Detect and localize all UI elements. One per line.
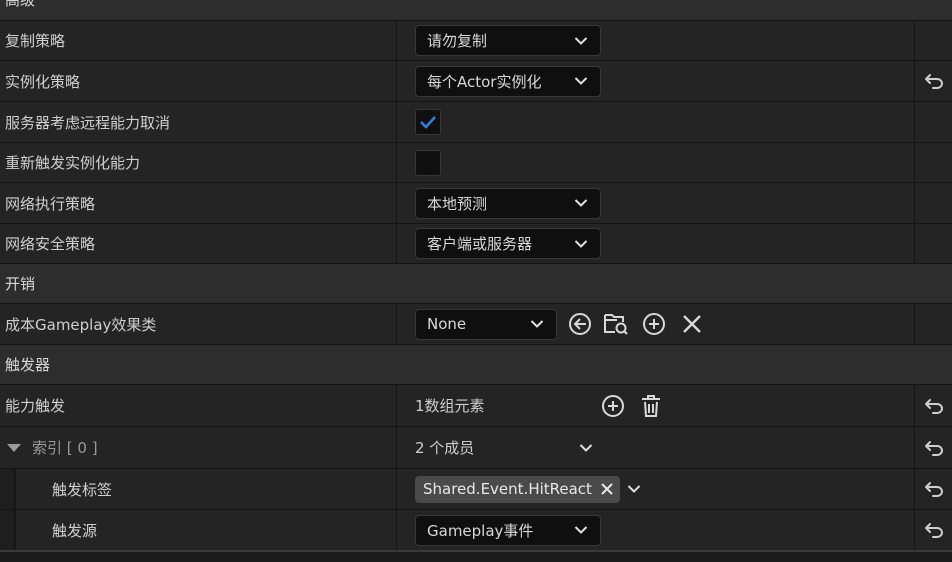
array-count: 1数组元素 xyxy=(415,397,485,415)
reset-arrow-icon xyxy=(924,482,943,497)
property-label: 索引 [ 0 ] xyxy=(32,439,98,457)
property-row-net-security-policy: 网络安全策略 客户端或服务器 xyxy=(0,224,952,263)
server-respects-remote-cancel-checkbox[interactable] xyxy=(415,109,441,135)
add-circle-icon xyxy=(602,394,624,417)
property-label: 能力触发 xyxy=(5,397,66,415)
panel-bottom xyxy=(0,552,952,562)
gameplay-tag-chip[interactable]: Shared.Event.HitReact xyxy=(415,475,620,503)
index0-expander[interactable]: 索引 [ 0 ] xyxy=(0,427,397,468)
reset-to-default-button[interactable] xyxy=(914,385,952,426)
chevron-down-icon xyxy=(574,239,588,248)
replication-policy-dropdown[interactable]: 请勿复制 xyxy=(415,25,601,56)
create-new-button[interactable] xyxy=(641,311,667,337)
category-advanced-title: 高级 xyxy=(5,0,36,9)
reset-arrow-icon xyxy=(924,523,943,538)
property-label: 触发源 xyxy=(52,521,98,540)
tag-remove-icon[interactable] xyxy=(600,482,614,496)
reset-slot xyxy=(914,21,952,60)
reset-arrow-icon xyxy=(924,440,943,456)
expand-triangle-icon xyxy=(7,443,21,452)
property-label: 重新触发实例化能力 xyxy=(5,154,141,172)
browse-asset-button[interactable] xyxy=(603,311,629,337)
reset-slot xyxy=(914,143,952,182)
property-label: 触发标签 xyxy=(52,480,113,499)
tag-text: Shared.Event.HitReact xyxy=(423,480,592,498)
property-label: 成本Gameplay效果类 xyxy=(5,315,157,334)
indent-guide xyxy=(0,469,16,509)
dropdown-value: None xyxy=(427,315,467,333)
chevron-down-icon xyxy=(574,36,588,45)
property-row-server-respects-remote-cancel: 服务器考虑远程能力取消 xyxy=(0,102,952,142)
browse-back-icon xyxy=(569,313,591,335)
property-label: 实例化策略 xyxy=(5,72,81,91)
property-row-ability-triggers: 能力触发 1数组元素 xyxy=(0,385,952,426)
property-row-retrigger-instanced: 重新触发实例化能力 xyxy=(0,143,952,182)
reset-to-default-button[interactable] xyxy=(914,510,952,550)
property-label: 服务器考虑远程能力取消 xyxy=(5,113,171,132)
category-cost-title: 开销 xyxy=(5,275,36,293)
add-circle-icon xyxy=(643,313,665,335)
trigger-source-dropdown[interactable]: Gameplay事件 xyxy=(415,514,601,546)
property-label: 网络安全策略 xyxy=(5,235,96,253)
chevron-down-icon xyxy=(574,77,588,85)
dropdown-value: 本地预测 xyxy=(427,194,488,213)
category-triggers-title: 触发器 xyxy=(5,356,51,374)
remove-all-button[interactable] xyxy=(638,393,664,419)
reset-to-default-button[interactable] xyxy=(914,427,952,468)
retrigger-instanced-checkbox[interactable] xyxy=(415,149,441,176)
reset-to-default-button[interactable] xyxy=(914,469,952,509)
category-triggers[interactable]: 触发器 xyxy=(0,345,952,384)
member-count: 2 个成员 xyxy=(415,439,475,457)
property-row-net-execution-policy: 网络执行策略 本地预测 xyxy=(0,183,952,223)
dropdown-value: Gameplay事件 xyxy=(427,521,534,540)
reset-to-default-button[interactable] xyxy=(914,61,952,101)
property-row-trigger-source: 触发源 Gameplay事件 xyxy=(0,510,952,550)
chevron-down-icon xyxy=(574,526,588,534)
net-security-policy-dropdown[interactable]: 客户端或服务器 xyxy=(415,228,601,259)
property-row-trigger-tag: 触发标签 Shared.Event.HitReact xyxy=(0,469,952,509)
dropdown-value: 请勿复制 xyxy=(427,32,488,50)
dropdown-value: 每个Actor实例化 xyxy=(427,72,542,91)
category-cost[interactable]: 开销 xyxy=(0,264,952,303)
property-row-instancing-policy: 实例化策略 每个Actor实例化 xyxy=(0,61,952,101)
reset-slot xyxy=(914,183,952,223)
property-label: 网络执行策略 xyxy=(5,194,96,213)
chevron-down-icon xyxy=(574,199,588,207)
indent-guide xyxy=(0,510,16,550)
dropdown-value: 客户端或服务器 xyxy=(427,235,533,253)
chevron-down-icon[interactable] xyxy=(579,443,593,453)
net-execution-policy-dropdown[interactable]: 本地预测 xyxy=(415,187,601,219)
property-row-replication-policy: 复制策略 请勿复制 xyxy=(0,21,952,60)
reset-arrow-icon xyxy=(924,74,943,89)
reset-arrow-icon xyxy=(924,398,943,414)
reset-slot xyxy=(914,224,952,263)
use-selected-button[interactable] xyxy=(567,311,593,337)
add-element-button[interactable] xyxy=(600,393,626,419)
checkmark-icon xyxy=(420,116,436,129)
category-advanced[interactable]: 高级 xyxy=(0,0,952,20)
reset-slot xyxy=(914,304,952,344)
details-panel: 高级 复制策略 请勿复制 实例化策略 每个Actor实例化 服务器考虑远程能力取 xyxy=(0,0,952,562)
chevron-down-icon xyxy=(530,320,544,328)
cost-effect-class-picker[interactable]: None xyxy=(415,308,557,340)
clear-button[interactable] xyxy=(679,311,705,337)
trash-icon xyxy=(642,394,660,417)
property-row-cost-gameplay-effect-class: 成本Gameplay效果类 None xyxy=(0,304,952,344)
chevron-down-icon[interactable] xyxy=(627,484,641,494)
instancing-policy-dropdown[interactable]: 每个Actor实例化 xyxy=(415,65,601,97)
browse-folder-icon xyxy=(604,314,628,335)
clear-x-icon xyxy=(683,315,701,333)
reset-slot xyxy=(914,102,952,142)
property-row-index0: 索引 [ 0 ] 2 个成员 xyxy=(0,427,952,468)
property-label: 复制策略 xyxy=(5,32,66,50)
